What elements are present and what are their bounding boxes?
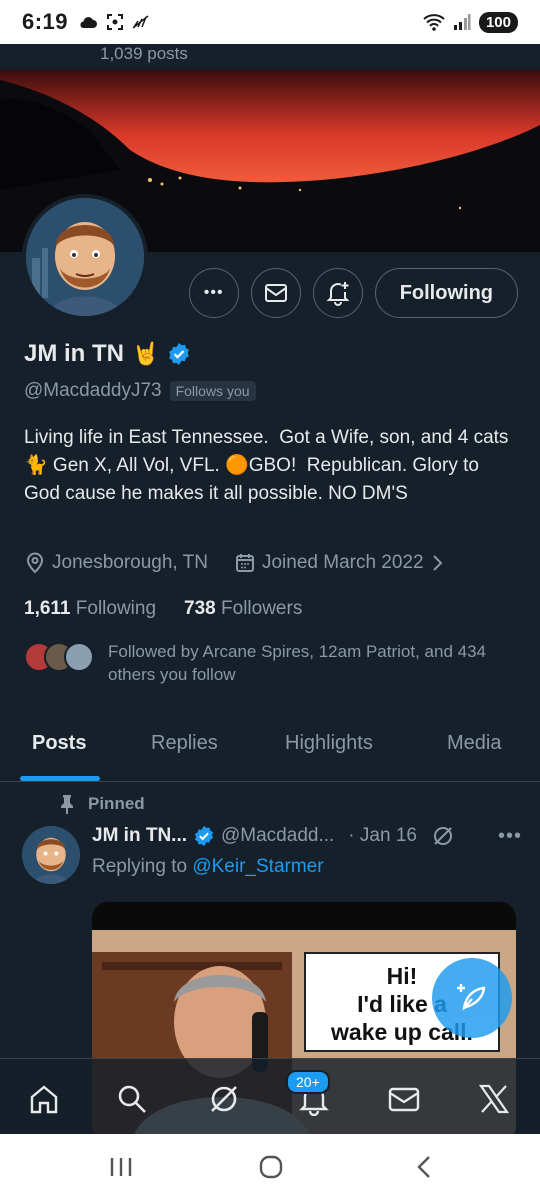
battery-indicator: 100 — [478, 11, 518, 33]
followers-stat[interactable]: 738 Followers — [184, 598, 302, 620]
replying-to: Replying to @Keir_Starmer — [92, 856, 324, 878]
post-avatar-cartoon-face — [22, 826, 80, 884]
signal-off-icon — [132, 15, 149, 29]
rock-hand-emoji: 🤘 — [132, 341, 160, 366]
followed-by-text: Followed by Arcane Spires, 12am Patriot,… — [108, 642, 486, 684]
joined-date: Joined March 2022 — [261, 552, 424, 573]
mail-icon — [264, 284, 287, 302]
bottom-nav — [0, 1058, 540, 1134]
chevron-right-icon[interactable] — [430, 553, 446, 573]
profile-handle-row: @MacdaddyJ73 Follows you — [24, 380, 256, 402]
follow-stats: 1,611 Following 738 Followers — [24, 598, 302, 620]
verified-badge-icon — [194, 825, 214, 847]
recent-apps-icon[interactable] — [108, 1156, 134, 1178]
post-author-name[interactable]: JM in TN... — [92, 825, 187, 847]
notifications-badge: 20+ — [286, 1070, 330, 1094]
followers-count: 738 — [184, 598, 216, 619]
wifi-icon — [423, 14, 445, 31]
profile-meta: Jonesborough, TN Joined March 2022 — [24, 552, 446, 574]
home-button-icon[interactable] — [258, 1154, 284, 1180]
post-more-button[interactable]: ••• — [498, 825, 522, 848]
posts-count: 1,039 posts — [100, 44, 188, 63]
pinned-indicator: Pinned — [58, 794, 145, 814]
notify-button[interactable] — [312, 268, 363, 318]
status-bar: 6:19 100 — [0, 0, 540, 44]
location-icon — [26, 552, 44, 574]
feather-plus-icon — [457, 984, 486, 1011]
mutual-avatars — [24, 640, 96, 672]
replying-prefix: Replying to — [92, 856, 188, 877]
pin-icon — [61, 795, 73, 814]
display-name: JM in TN — [24, 340, 124, 367]
followers-label: Followers — [221, 598, 303, 619]
post-author-avatar[interactable] — [22, 826, 80, 884]
tab-replies[interactable]: Replies — [151, 732, 218, 755]
pinned-label: Pinned — [88, 794, 145, 813]
profile-tabs: Posts Replies Highlights Media — [0, 714, 540, 782]
profile-name-row: JM in TN 🤘 — [24, 340, 191, 368]
following-button[interactable]: Following — [374, 268, 518, 318]
profile-handle: @MacdaddyJ73 — [24, 380, 162, 401]
profile-avatar[interactable] — [22, 194, 148, 320]
bell-plus-icon — [326, 282, 350, 306]
x-logo-icon[interactable] — [476, 1081, 512, 1117]
compose-post-button[interactable] — [432, 958, 512, 1038]
cell-signal-icon — [453, 14, 471, 30]
grok-icon[interactable] — [431, 824, 455, 848]
post-header: JM in TN... @Macdadd... · Jan 16 ••• — [92, 824, 522, 848]
mutual-avatar — [64, 642, 94, 672]
avatar-cartoon-face — [26, 198, 144, 316]
screenshot-icon — [107, 14, 124, 30]
following-stat[interactable]: 1,611 Following — [24, 598, 156, 620]
follows-you-badge: Follows you — [169, 381, 256, 401]
verified-badge-icon[interactable] — [167, 342, 191, 366]
profile-actions: ••• Following — [188, 268, 518, 318]
grok-icon[interactable] — [206, 1081, 242, 1117]
active-tab-indicator — [20, 776, 100, 781]
tab-highlights[interactable]: Highlights — [285, 732, 373, 755]
tab-media[interactable]: Media — [447, 732, 501, 755]
post-date[interactable]: · Jan 16 — [348, 825, 417, 847]
post-author-handle[interactable]: @Macdadd... — [221, 825, 334, 847]
back-icon[interactable] — [412, 1154, 436, 1180]
home-icon[interactable] — [26, 1081, 62, 1117]
calendar-icon — [235, 554, 254, 572]
following-count: 1,611 — [24, 598, 71, 619]
messages-icon[interactable] — [386, 1081, 422, 1117]
profile-bio: Living life in East Tennessee. Got a Wif… — [24, 427, 514, 504]
following-label: Following — [75, 598, 157, 619]
more-dots-icon: ••• — [203, 284, 224, 301]
cloud-icon — [80, 17, 98, 28]
posts-count-header: 1,039 posts — [0, 44, 540, 70]
followed-by-row[interactable]: Followed by Arcane Spires, 12am Patriot,… — [24, 640, 508, 686]
location-text: Jonesborough, TN — [52, 552, 208, 573]
status-time: 6:19 — [22, 9, 69, 34]
system-nav-bar — [0, 1134, 540, 1200]
tab-posts[interactable]: Posts — [32, 732, 86, 755]
search-icon[interactable] — [114, 1081, 150, 1117]
message-button[interactable] — [250, 268, 301, 318]
replying-to-link[interactable]: @Keir_Starmer — [192, 856, 323, 877]
more-options-button[interactable]: ••• — [188, 268, 239, 318]
